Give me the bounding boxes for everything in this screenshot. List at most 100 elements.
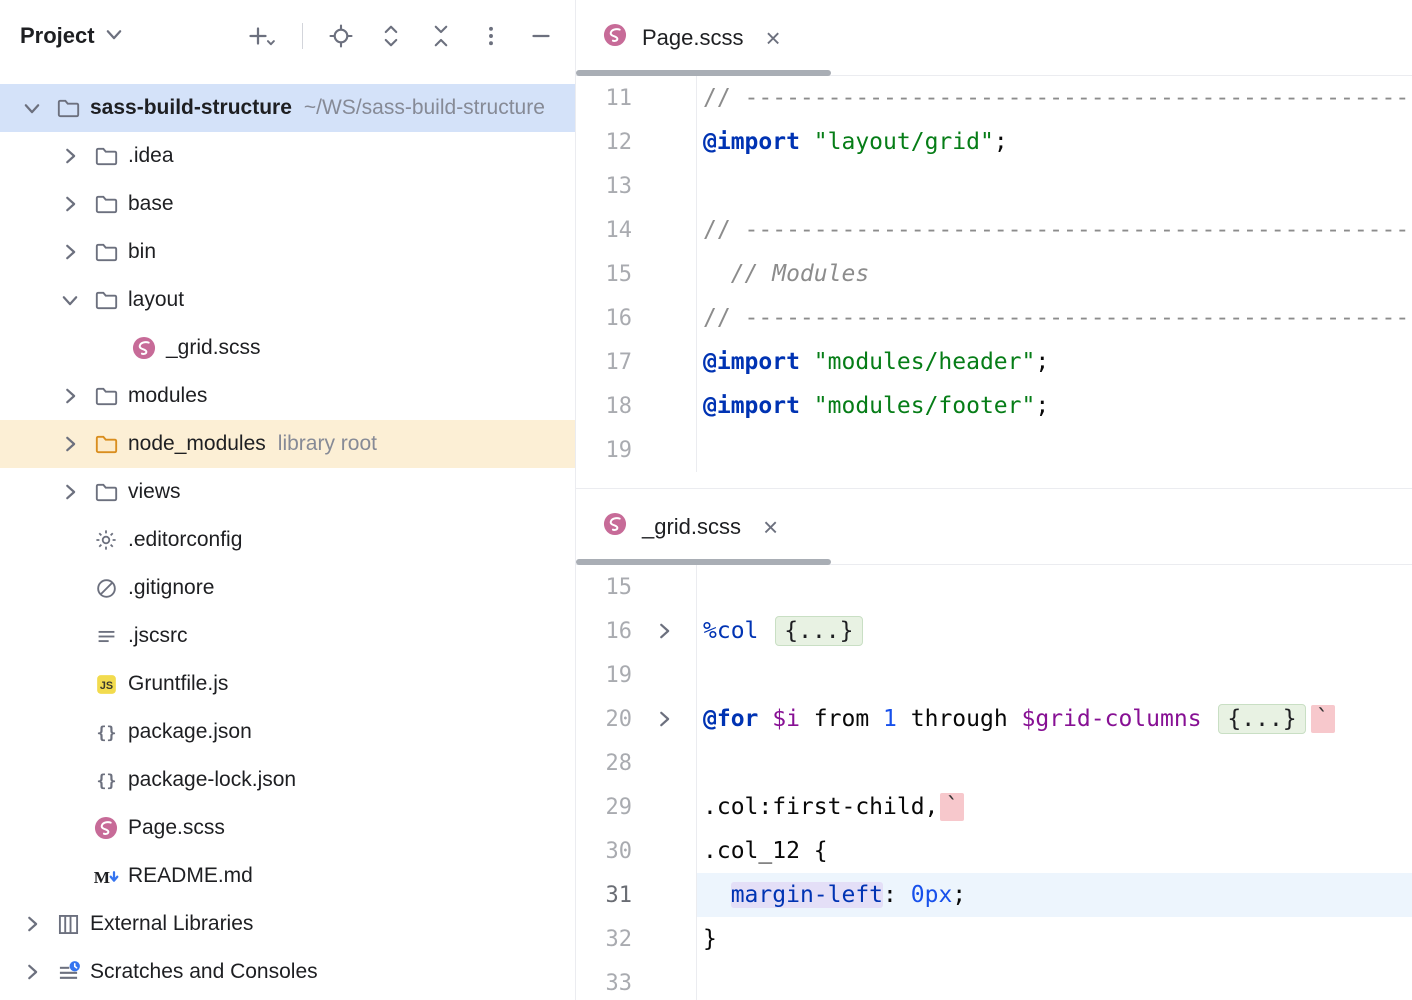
code-line-20[interactable]: 20@for $i from 1 through $grid-columns {… [576, 697, 1412, 741]
add-button[interactable] [246, 24, 276, 48]
code-line-29[interactable]: 29.col:first-child,` [576, 785, 1412, 829]
tree-item-modules[interactable]: modules [0, 372, 575, 420]
tree-item--jscsrc[interactable]: .jscsrc [0, 612, 575, 660]
code-editor-page-scss[interactable]: 11// -----------------------------------… [576, 76, 1412, 488]
tree-item-label: Page.scss [128, 816, 225, 840]
code-line-15[interactable]: 15 [576, 565, 1412, 609]
code-line-15[interactable]: 15 // Modules [576, 252, 1412, 296]
tree-item-readme-md[interactable]: MREADME.md [0, 852, 575, 900]
code-line-13[interactable]: 13 [576, 164, 1412, 208]
tree-item--gitignore[interactable]: .gitignore [0, 564, 575, 612]
close-icon[interactable]: × [766, 25, 781, 51]
more-options-button[interactable] [479, 24, 503, 48]
chevron-right-icon[interactable] [52, 481, 88, 503]
editor-tab-bar: _grid.scss × [576, 489, 1412, 565]
sass-icon [88, 815, 124, 841]
line-number: 20 [576, 707, 632, 732]
token-comment: // -------------------------------------… [703, 217, 1412, 243]
tree-item-label: base [128, 192, 174, 216]
code-line-19[interactable]: 19 [576, 428, 1412, 472]
tree-item-package-lock-json[interactable]: {}package-lock.json [0, 756, 575, 804]
code-line-17[interactable]: 17@import "modules/header"; [576, 340, 1412, 384]
code-text: // Modules [697, 252, 1412, 296]
tree-item--idea[interactable]: .idea [0, 132, 575, 180]
chevron-down-icon[interactable] [52, 289, 88, 311]
line-number: 15 [576, 262, 632, 287]
tree-item-package-json[interactable]: {}package.json [0, 708, 575, 756]
code-line-33[interactable]: 33 [576, 961, 1412, 1000]
editor-tab-page-scss[interactable]: Page.scss × [602, 22, 781, 53]
tree-item-bin[interactable]: bin [0, 228, 575, 276]
code-line-19[interactable]: 19 [576, 653, 1412, 697]
code-line-14[interactable]: 14// -----------------------------------… [576, 208, 1412, 252]
chevron-right-icon[interactable] [52, 193, 88, 215]
text-file-icon [88, 625, 124, 648]
fold-arrow-icon[interactable] [632, 620, 696, 642]
gutter: 15 [576, 252, 697, 296]
chevron-right-icon[interactable] [52, 433, 88, 455]
chevron-right-icon[interactable] [52, 385, 88, 407]
token-kw: @for [703, 706, 758, 732]
no-entry-icon [88, 577, 124, 600]
code-line-12[interactable]: 12@import "layout/grid"; [576, 120, 1412, 164]
tree-item-gruntfile-js[interactable]: JSGruntfile.js [0, 660, 575, 708]
project-tree: sass-build-structure~/WS/sass-build-stru… [0, 72, 575, 1000]
chevron-right-icon[interactable] [52, 145, 88, 167]
chevron-down-icon[interactable] [14, 97, 50, 119]
code-line-11[interactable]: 11// -----------------------------------… [576, 76, 1412, 120]
code-editor-grid-scss[interactable]: 1516%col {...}1920@for $i from 1 through… [576, 565, 1412, 1000]
code-line-32[interactable]: 32} [576, 917, 1412, 961]
token-plain: .col:first-child, [703, 794, 938, 820]
gutter: 32 [576, 917, 697, 961]
tree-item-label: _grid.scss [166, 336, 261, 360]
tree-item--editorconfig[interactable]: .editorconfig [0, 516, 575, 564]
token-fold: {...} [775, 616, 862, 646]
fold-arrow-icon[interactable] [632, 708, 696, 730]
folder-icon [88, 240, 124, 265]
expand-all-button[interactable] [379, 24, 403, 48]
gutter: 20 [576, 697, 697, 741]
code-line-16[interactable]: 16// -----------------------------------… [576, 296, 1412, 340]
editor-tab-grid-scss[interactable]: _grid.scss × [602, 511, 778, 542]
chevron-right-icon[interactable] [52, 241, 88, 263]
collapse-all-button[interactable] [429, 24, 453, 48]
code-line-16[interactable]: 16%col {...} [576, 609, 1412, 653]
token-plain [703, 882, 731, 908]
token-plain: .col_12 { [703, 838, 828, 864]
tree-item-base[interactable]: base [0, 180, 575, 228]
hide-panel-button[interactable] [529, 24, 553, 48]
token-num: 0px [911, 882, 953, 908]
locate-file-button[interactable] [329, 24, 353, 48]
code-text: @import "layout/grid"; [697, 120, 1412, 164]
tree-item-views[interactable]: views [0, 468, 575, 516]
tree-item--grid-scss[interactable]: _grid.scss [0, 324, 575, 372]
close-icon[interactable]: × [763, 514, 778, 540]
token-plain [1202, 706, 1216, 732]
tree-item-scratches-and-consoles[interactable]: Scratches and Consoles [0, 948, 575, 996]
chevron-right-icon[interactable] [14, 913, 50, 935]
project-view-selector[interactable]: Project [20, 23, 125, 50]
code-line-28[interactable]: 28 [576, 741, 1412, 785]
code-text: // -------------------------------------… [697, 76, 1412, 120]
tree-item-node-modules[interactable]: node_moduleslibrary root [0, 420, 575, 468]
code-line-30[interactable]: 30.col_12 { [576, 829, 1412, 873]
token-plain [897, 882, 911, 908]
token-str: "layout/grid" [814, 129, 994, 155]
tree-item-label: Scratches and Consoles [90, 960, 318, 984]
tree-item-page-scss[interactable]: Page.scss [0, 804, 575, 852]
tab-title: Page.scss [642, 25, 744, 51]
folder-icon [88, 144, 124, 169]
tree-item-layout[interactable]: layout [0, 276, 575, 324]
tree-item-label: .editorconfig [128, 528, 242, 552]
token-comment-italic: // Modules [703, 261, 869, 287]
scratches-icon [50, 960, 86, 985]
code-line-31[interactable]: 31 margin-left: 0px; [576, 873, 1412, 917]
line-number: 28 [576, 751, 632, 776]
tree-item-external-libraries[interactable]: External Libraries [0, 900, 575, 948]
chevron-right-icon[interactable] [14, 961, 50, 983]
code-line-18[interactable]: 18@import "modules/footer"; [576, 384, 1412, 428]
token-plain: from [800, 706, 883, 732]
gutter: 16 [576, 296, 697, 340]
svg-text:JS: JS [99, 679, 112, 691]
tree-item-sass-build-structure[interactable]: sass-build-structure~/WS/sass-build-stru… [0, 84, 575, 132]
